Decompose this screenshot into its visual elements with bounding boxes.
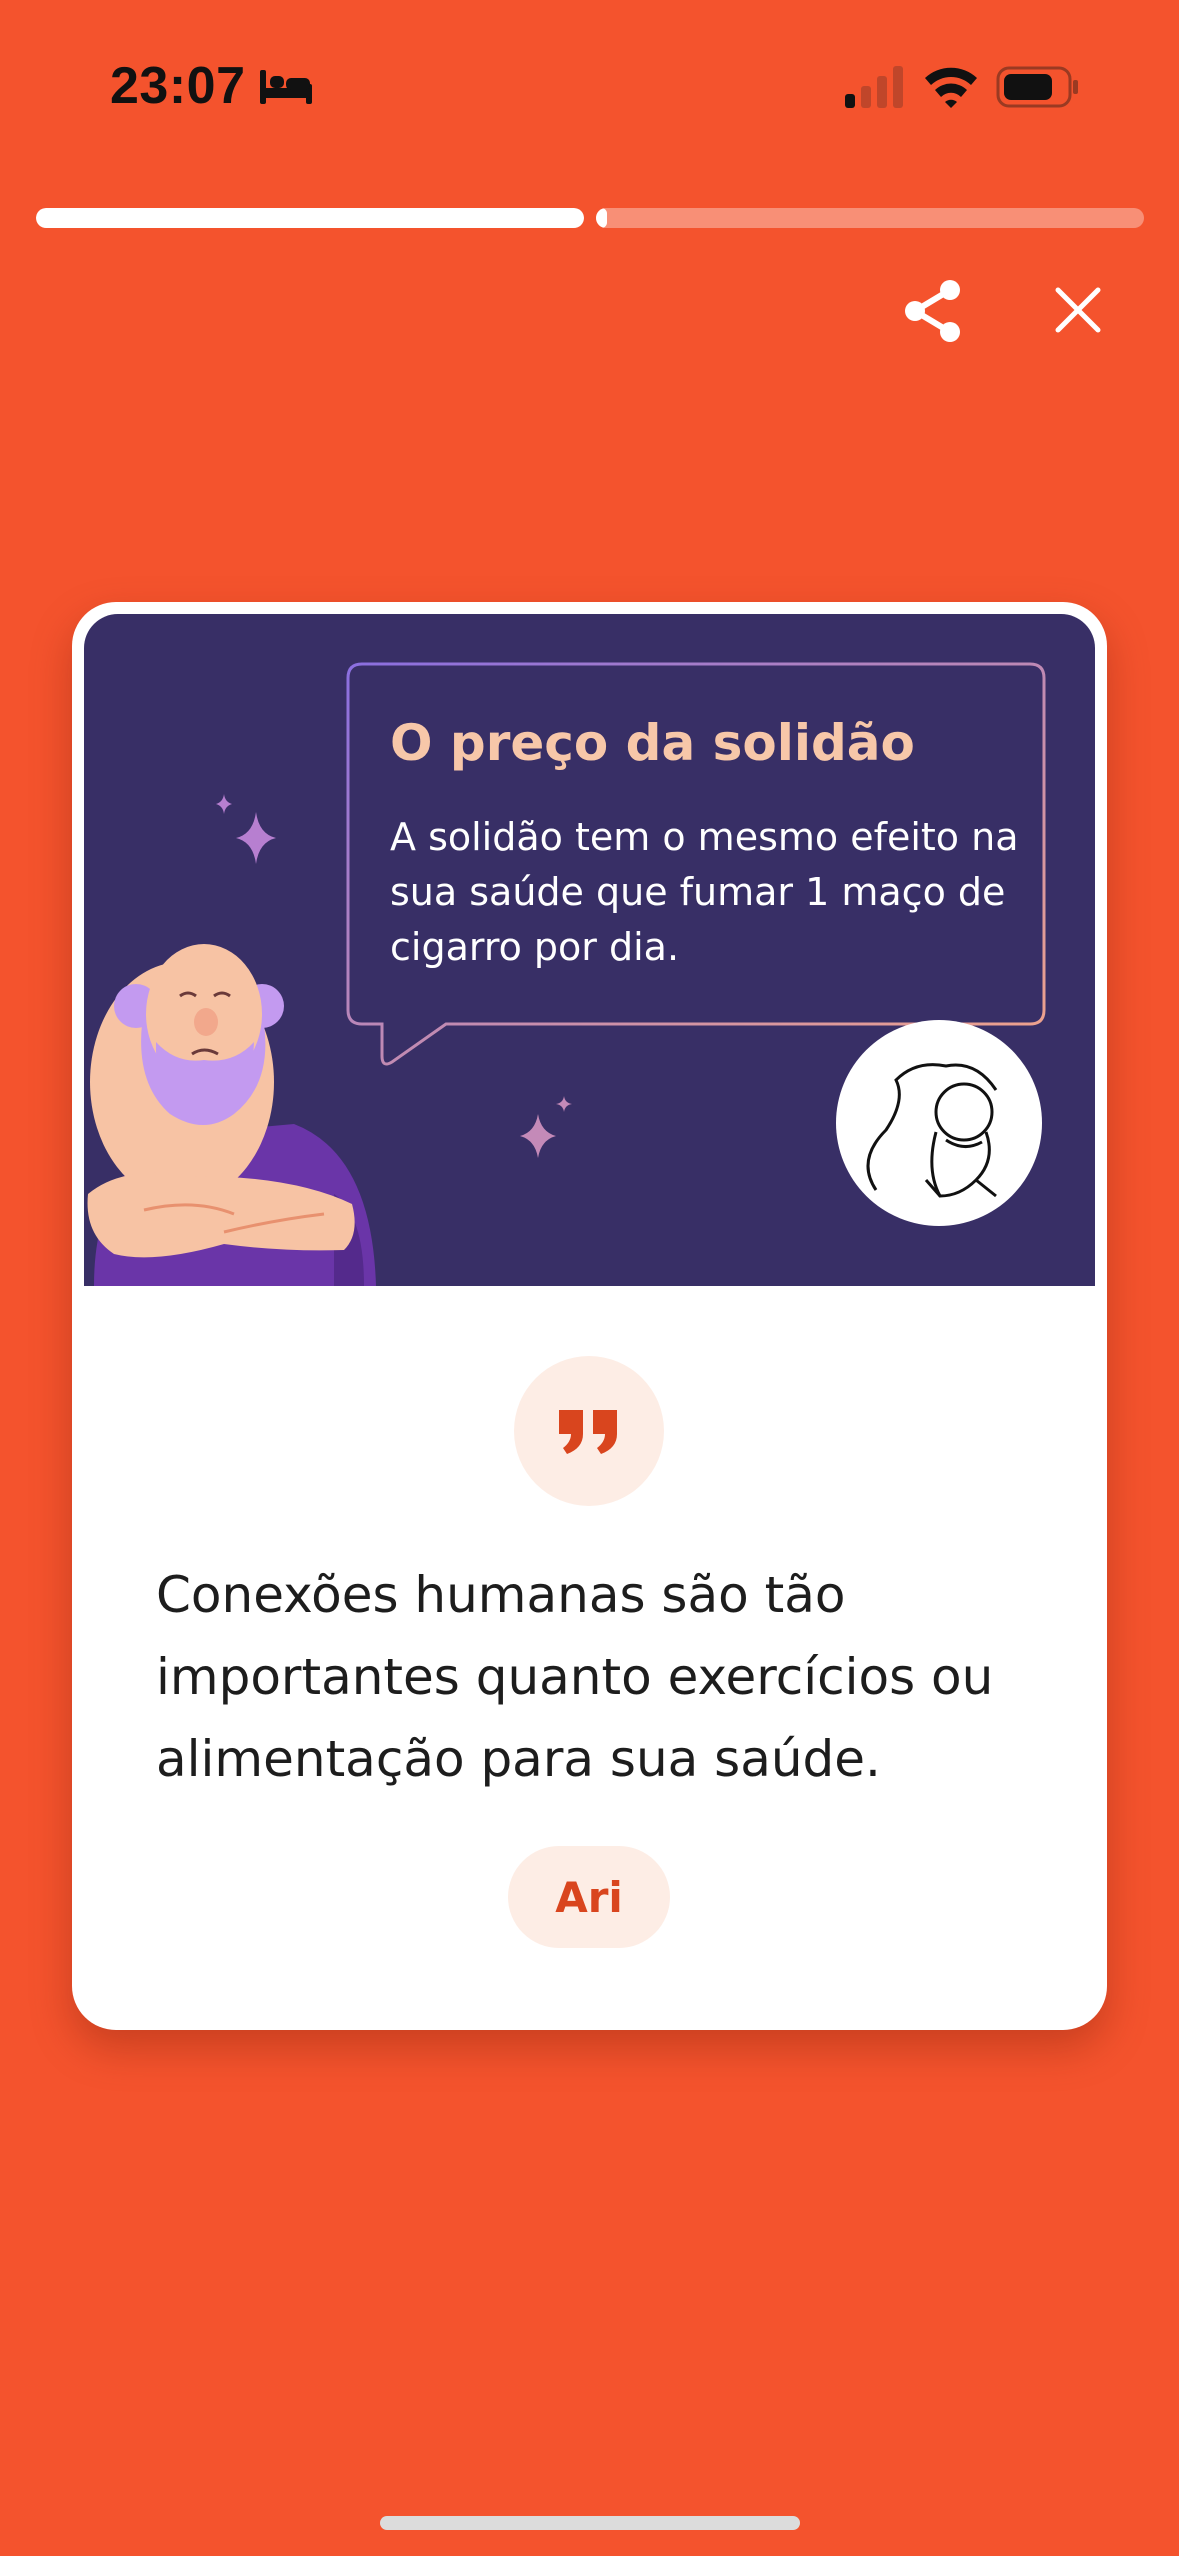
- cellular-signal-icon: [845, 66, 903, 108]
- bed-icon: [260, 70, 312, 104]
- close-button[interactable]: [1050, 282, 1106, 338]
- home-indicator[interactable]: [380, 2516, 800, 2530]
- close-icon: [1055, 287, 1101, 333]
- share-button[interactable]: [898, 276, 968, 346]
- story-progress-fill-1: [36, 208, 584, 228]
- sparkle-icon: [216, 794, 276, 864]
- status-time: 23:07: [110, 57, 246, 115]
- story-card: O preço da solidão A solidão tem o mesmo…: [72, 602, 1107, 2030]
- card-hero-illustration: O preço da solidão A solidão tem o mesmo…: [84, 614, 1095, 1286]
- story-progress-fill-2: [596, 208, 607, 228]
- quote-icon: [559, 1410, 617, 1454]
- hugging-knees-icon: [836, 1020, 1042, 1226]
- hero-text: A solidão tem o mesmo efeito na sua saúd…: [390, 815, 1019, 969]
- battery-icon: [996, 66, 1078, 108]
- sad-philosopher-illustration: [87, 944, 376, 1286]
- quote-badge: [514, 1356, 664, 1506]
- story-progress-segment-2: [596, 208, 1144, 228]
- sparkle-icon: [520, 1096, 572, 1158]
- wifi-icon: [925, 67, 977, 108]
- hero-title: O preço da solidão: [390, 714, 915, 772]
- story-progress-segment-1: [36, 208, 584, 228]
- share-icon: [905, 280, 960, 342]
- author-pill[interactable]: Ari: [508, 1846, 670, 1948]
- quote-text: Conexões humanas são tão importantes qua…: [156, 1566, 994, 1788]
